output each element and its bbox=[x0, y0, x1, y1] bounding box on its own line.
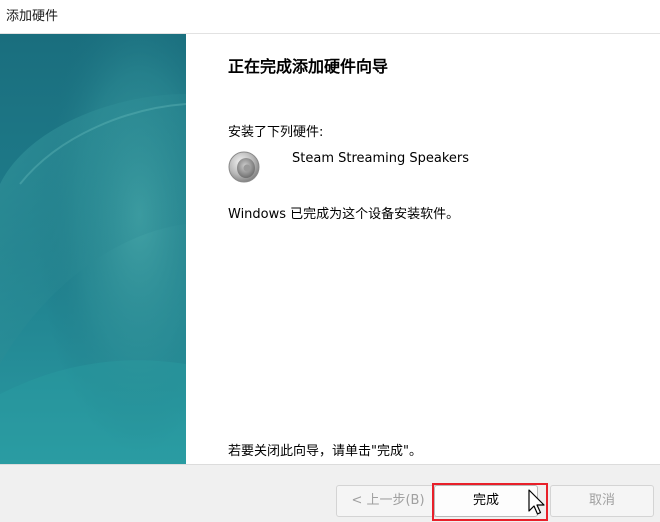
close-wizard-hint: 若要关闭此向导，请单击"完成"。 bbox=[228, 444, 422, 459]
back-button[interactable]: < 上一步(B) bbox=[336, 485, 440, 517]
wizard-side-panel bbox=[0, 34, 186, 464]
side-panel-graphic bbox=[0, 34, 186, 464]
device-name: Steam Streaming Speakers bbox=[292, 151, 470, 166]
install-complete-message: Windows 已完成为这个设备安装软件。 bbox=[228, 207, 460, 222]
speaker-icon bbox=[228, 150, 262, 184]
window-title: 添加硬件 bbox=[6, 9, 59, 24]
wizard-content: 正在完成添加硬件向导 安装了下列硬件: Steam Streaming Spea… bbox=[186, 34, 660, 464]
title-bar: 添加硬件 bbox=[0, 0, 660, 34]
wizard-heading: 正在完成添加硬件向导 bbox=[228, 57, 389, 76]
mouse-cursor-icon bbox=[527, 489, 547, 517]
wizard-footer: < 上一步(B) 完成 取消 bbox=[0, 464, 660, 522]
installed-hardware-label: 安装了下列硬件: bbox=[228, 125, 324, 140]
cancel-button[interactable]: 取消 bbox=[550, 485, 654, 517]
